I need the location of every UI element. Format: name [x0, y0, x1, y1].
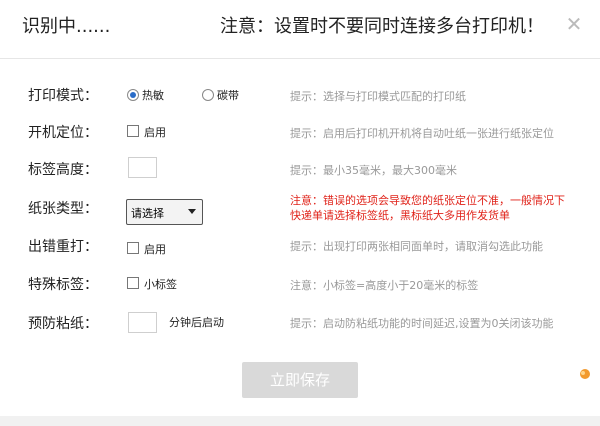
radio-ribbon-label[interactable]: 碳带 [217, 87, 239, 103]
radio-ribbon[interactable] [202, 89, 214, 101]
paper-type-label: 纸张类型： [28, 201, 98, 217]
error-reprint-checkbox-label[interactable]: 启用 [144, 241, 166, 257]
special-label-checkbox[interactable] [127, 277, 139, 289]
label-height-label: 标签高度： [28, 162, 98, 178]
print-mode-hint: 提示：选择与打印模式匹配的打印纸 [290, 90, 466, 103]
anti-stick-delay-input[interactable] [128, 312, 157, 333]
special-label-label: 特殊标签： [28, 277, 98, 293]
anti-stick-label: 预防粘纸： [28, 316, 98, 332]
power-on-position-checkbox[interactable] [127, 125, 139, 137]
power-on-position-label: 开机定位： [28, 125, 98, 141]
title-divider [0, 58, 600, 59]
save-button[interactable]: 立即保存 [242, 362, 358, 398]
printer-settings-dialog: 识别中...... 注意：设置时不要同时连接多台打印机！ ✕ 打印模式： 热敏 … [0, 0, 600, 426]
browser-logo-icon [580, 369, 590, 379]
label-height-input[interactable] [128, 157, 157, 178]
special-label-hint: 注意：小标签=高度小于20毫米的标签 [290, 279, 479, 292]
power-on-position-hint: 提示：启用后打印机开机将自动吐纸一张进行纸张定位 [290, 127, 554, 140]
radio-thermal[interactable] [127, 89, 139, 101]
error-reprint-label: 出错重打： [28, 239, 98, 255]
radio-selected-dot [130, 92, 136, 98]
anti-stick-hint: 提示：启动防粘纸功能的时间延迟,设置为0关闭该功能 [290, 317, 554, 330]
anti-stick-suffix: 分钟后启动 [169, 316, 224, 329]
bottom-bar [0, 416, 600, 426]
paper-type-warning-line2: 快递单请选择标签纸，黑标纸大多用作发货单 [290, 209, 510, 222]
paper-type-warning-line1: 注意：错误的选项会导致您的纸张定位不准，一般情况下 [290, 194, 565, 207]
close-icon[interactable]: ✕ [564, 14, 584, 34]
chevron-down-icon [188, 209, 196, 214]
power-on-position-checkbox-label[interactable]: 启用 [144, 124, 166, 140]
title-bar: 识别中...... 注意：设置时不要同时连接多台打印机！ ✕ [0, 0, 600, 50]
dialog-title: 识别中...... [22, 16, 111, 37]
paper-type-select[interactable]: 请选择 [126, 199, 203, 225]
error-reprint-checkbox[interactable] [127, 242, 139, 254]
special-label-checkbox-label[interactable]: 小标签 [144, 276, 177, 292]
paper-type-selected-value: 请选择 [131, 207, 164, 220]
label-height-hint: 提示：最小35毫米，最大300毫米 [290, 164, 457, 177]
error-reprint-hint: 提示：出现打印两张相同面单时，请取消勾选此功能 [290, 240, 543, 253]
radio-thermal-label[interactable]: 热敏 [142, 87, 164, 103]
notice-text: 注意：设置时不要同时连接多台打印机！ [220, 16, 544, 37]
print-mode-label: 打印模式： [28, 88, 98, 104]
